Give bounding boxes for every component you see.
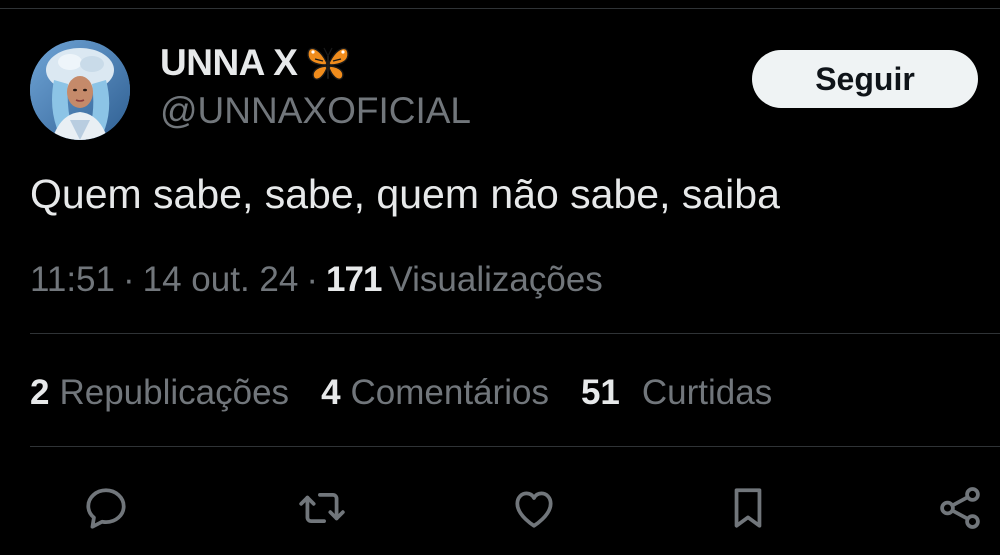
likes-label: Curtidas [641, 373, 773, 412]
follow-button[interactable]: Seguir [752, 50, 978, 108]
meta-separator: · [306, 260, 319, 299]
bookmark-icon [734, 488, 762, 528]
tweet-time[interactable]: 11:51 [30, 260, 115, 300]
views-count: 171 [326, 260, 382, 299]
share-icon [940, 487, 980, 529]
comments-stat[interactable]: 4 Comentários [321, 373, 549, 413]
avatar[interactable] [30, 40, 130, 140]
repost-button[interactable] [294, 480, 350, 536]
meta-separator: · [123, 260, 135, 299]
share-button[interactable] [932, 480, 988, 536]
top-divider [0, 8, 1000, 9]
tweet-meta: 11:51 · 14 out. 24 · 171 Visualizações [30, 254, 603, 306]
reposts-label: Republicações [59, 373, 290, 412]
butterfly-icon [305, 43, 351, 83]
reposts-stat[interactable]: 2 Republicações [30, 373, 289, 413]
reposts-count: 2 [30, 373, 50, 412]
views-label: Visualizações [389, 260, 603, 299]
divider [30, 446, 1000, 447]
reply-button[interactable] [78, 480, 134, 536]
comments-label: Comentários [350, 373, 549, 412]
tweet-date[interactable]: 14 out. 24 [143, 260, 299, 300]
display-name[interactable]: UNNA X [160, 42, 298, 84]
comments-count: 4 [321, 373, 341, 412]
like-icon [515, 491, 553, 528]
action-bar [0, 480, 1000, 536]
divider [30, 333, 1000, 334]
tweet-text: Quem sabe, sabe, quem não sabe, saiba [30, 171, 780, 217]
engagement-stats: 2 Republicações 4 Comentários 51 Curtida… [30, 366, 804, 420]
reply-icon [86, 488, 126, 529]
likes-count: 51 [580, 373, 620, 412]
author-handle[interactable]: @UNNAXOFICIAL [160, 88, 471, 134]
avatar-image [30, 40, 130, 140]
like-button[interactable] [506, 480, 562, 536]
repost-icon [299, 493, 345, 523]
likes-stat[interactable]: 51 Curtidas [581, 373, 772, 413]
bookmark-button[interactable] [720, 480, 776, 536]
author-name-row[interactable]: UNNA X [160, 38, 351, 88]
